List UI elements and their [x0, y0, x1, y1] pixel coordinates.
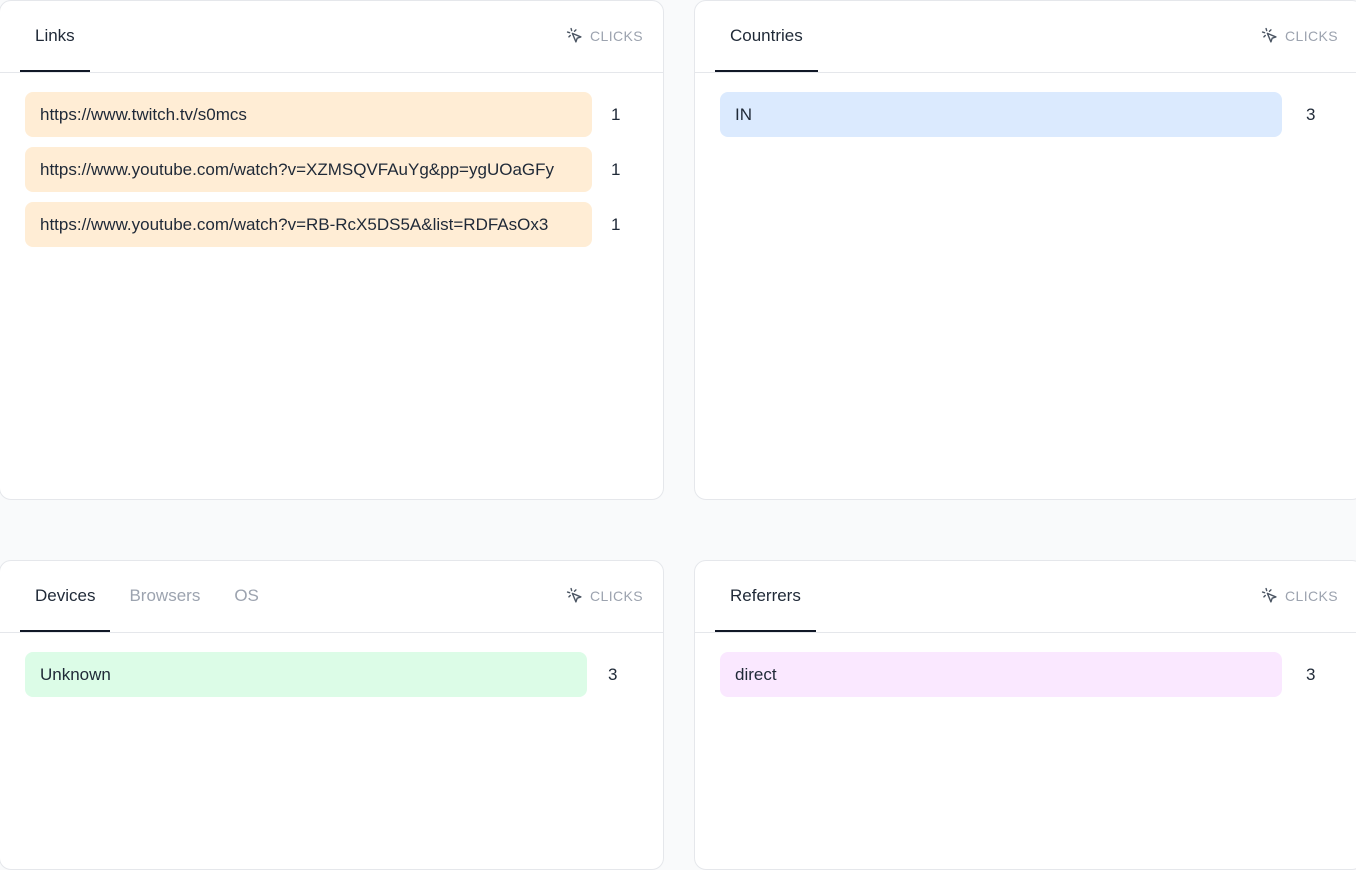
- list-item[interactable]: Unknown 3: [25, 652, 617, 697]
- clicks-label: CLICKS: [1261, 587, 1338, 604]
- devices-card-header: Devices Browsers OS CLICKS: [0, 561, 663, 633]
- devices-card: Devices Browsers OS CLICKS Unknown 3: [0, 560, 664, 870]
- cursor-click-icon: [1261, 27, 1277, 43]
- click-count: 1: [611, 159, 621, 179]
- countries-list: IN 3: [720, 92, 1315, 147]
- countries-tabs: Countries: [715, 1, 822, 72]
- cursor-click-icon: [1261, 587, 1277, 603]
- links-card-header: Links CLICKS: [0, 1, 663, 73]
- referrers-list: direct 3: [720, 652, 1315, 707]
- list-item[interactable]: https://www.youtube.com/watch?v=XZMSQVFA…: [25, 147, 620, 192]
- referrers-card-header: Referrers CLICKS: [695, 561, 1356, 633]
- countries-card-header: Countries CLICKS: [695, 1, 1356, 73]
- devices-list: Unknown 3: [25, 652, 617, 707]
- cursor-click-icon: [566, 27, 582, 43]
- link-bar: https://www.twitch.tv/s0mcs: [25, 92, 592, 137]
- clicks-label: CLICKS: [566, 587, 643, 604]
- links-list: https://www.twitch.tv/s0mcs 1 https://ww…: [25, 92, 620, 257]
- click-count: 1: [611, 214, 621, 234]
- list-item[interactable]: https://www.youtube.com/watch?v=RB-RcX5D…: [25, 202, 620, 247]
- links-tabs: Links: [20, 1, 94, 72]
- referrers-card: Referrers CLICKS direct 3: [694, 560, 1356, 870]
- devices-tabs: Devices Browsers OS: [20, 561, 278, 632]
- link-bar: https://www.youtube.com/watch?v=RB-RcX5D…: [25, 202, 592, 247]
- link-bar: https://www.youtube.com/watch?v=XZMSQVFA…: [25, 147, 592, 192]
- referrers-tabs: Referrers: [715, 561, 820, 632]
- tab-devices[interactable]: Devices: [20, 561, 111, 632]
- tab-countries[interactable]: Countries: [715, 1, 818, 72]
- list-item[interactable]: IN 3: [720, 92, 1315, 137]
- clicks-label: CLICKS: [1261, 27, 1338, 44]
- list-item[interactable]: https://www.twitch.tv/s0mcs 1: [25, 92, 620, 137]
- click-count: 3: [1306, 104, 1316, 124]
- cursor-click-icon: [566, 587, 582, 603]
- device-bar: Unknown: [25, 652, 587, 697]
- referrer-bar: direct: [720, 652, 1282, 697]
- links-card: Links CLICKS https://www.twitch.tv/s0mcs…: [0, 0, 664, 500]
- country-bar: IN: [720, 92, 1282, 137]
- tab-links[interactable]: Links: [20, 1, 90, 72]
- click-count: 3: [1306, 664, 1316, 684]
- click-count: 1: [611, 104, 621, 124]
- tab-referrers[interactable]: Referrers: [715, 561, 816, 632]
- tab-os[interactable]: OS: [219, 561, 274, 632]
- countries-card: Countries CLICKS IN 3: [694, 0, 1356, 500]
- tab-browsers[interactable]: Browsers: [114, 561, 215, 632]
- clicks-label: CLICKS: [566, 27, 643, 44]
- list-item[interactable]: direct 3: [720, 652, 1315, 697]
- click-count: 3: [608, 664, 618, 684]
